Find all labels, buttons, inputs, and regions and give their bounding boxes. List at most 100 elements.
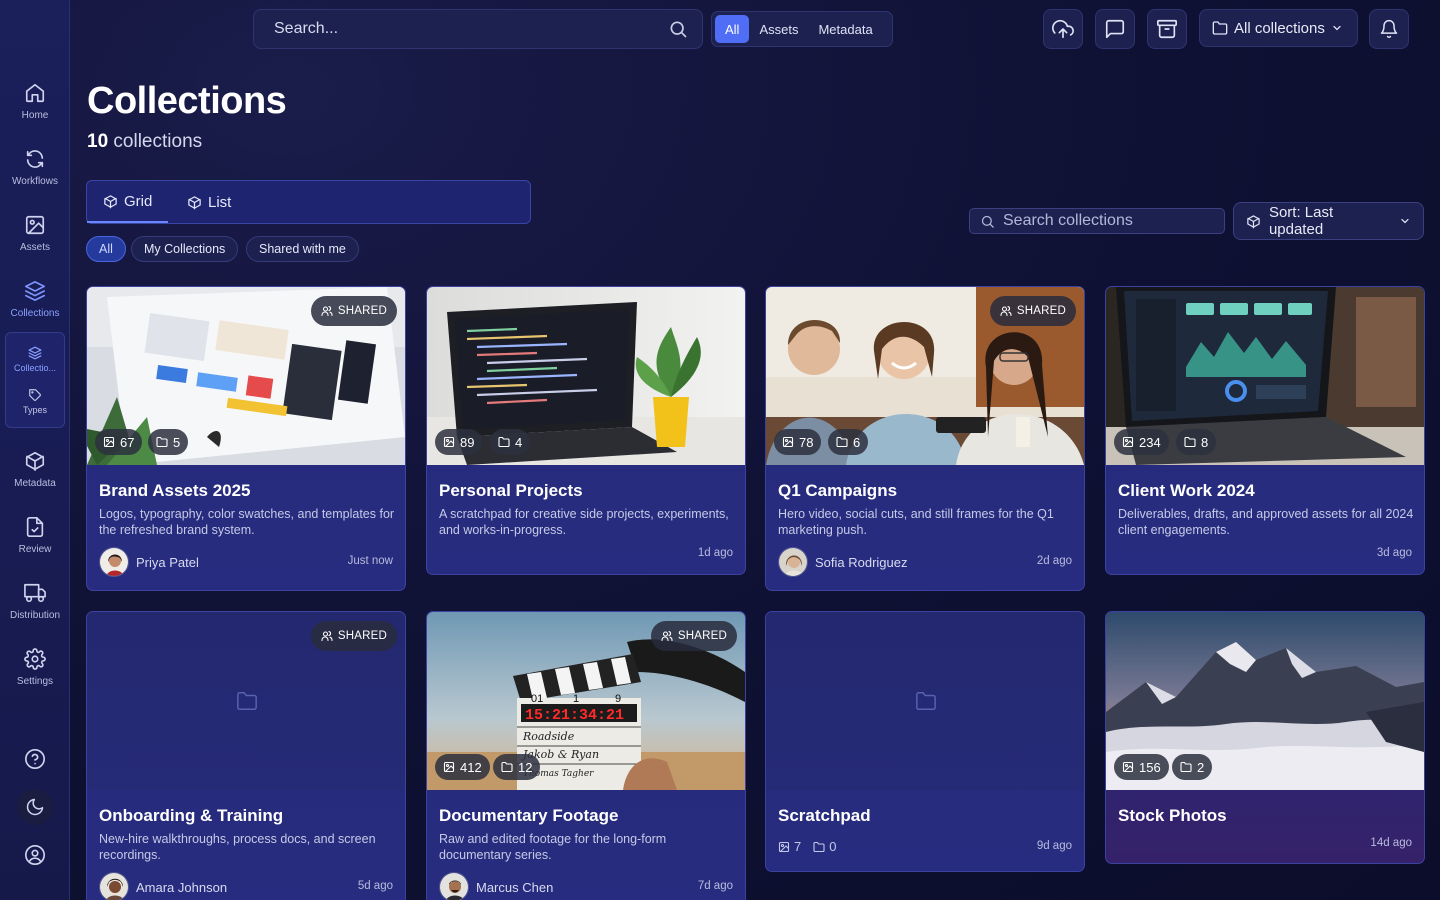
sort-dropdown[interactable]: Sort: Last updated xyxy=(1233,202,1424,240)
collection-thumbnail: SHARED 78 6 xyxy=(766,287,1084,465)
comments-button[interactable] xyxy=(1095,9,1135,49)
asset-count-inline: 7 xyxy=(778,839,801,854)
shared-badge-label: SHARED xyxy=(337,630,387,642)
sidebar-item-label: Collections xyxy=(10,307,60,319)
folder-icon xyxy=(813,841,825,852)
scope-metadata-button[interactable]: Metadata xyxy=(808,15,882,43)
collections-search-input[interactable] xyxy=(1003,212,1214,230)
subnav-item-collections[interactable]: Collectio... xyxy=(6,339,64,379)
folder-count: 12 xyxy=(518,759,533,775)
folder-icon xyxy=(1184,436,1196,448)
cube-icon xyxy=(25,451,45,471)
asset-count: 234 xyxy=(1139,434,1161,450)
sidebar-item-review[interactable]: Review xyxy=(0,504,70,566)
sidebar-item-label: Metadata xyxy=(14,477,56,489)
sidebar-item-label: Distribution xyxy=(9,609,61,621)
folder-icon xyxy=(916,692,936,710)
scope-all-button[interactable]: All xyxy=(715,15,750,43)
collection-card[interactable]: 15:21:34:21 01 1 9 Roadside Jakob & Ryan… xyxy=(426,611,746,900)
folder-icon xyxy=(836,436,848,448)
collection-thumbnail: 15:21:34:21 01 1 9 Roadside Jakob & Ryan… xyxy=(427,612,745,790)
global-search[interactable] xyxy=(253,9,703,49)
collection-thumbnail: 234 8 xyxy=(1106,287,1424,465)
subnav-item-types[interactable]: Types xyxy=(6,381,64,421)
collections-dropdown[interactable]: All collections xyxy=(1199,9,1358,47)
sidebar-item-collections[interactable]: Collections xyxy=(0,268,70,330)
collection-card[interactable]: SHARED Onboarding & Training New-hire wa… xyxy=(86,611,406,900)
collection-title: Onboarding & Training xyxy=(99,806,284,825)
collection-card[interactable]: 89 4 Personal Projects A scratchpad for … xyxy=(426,286,746,575)
owner-name: Amara Johnson xyxy=(136,879,228,895)
owner-name: Marcus Chen xyxy=(476,879,554,895)
folder-count: 2 xyxy=(1197,759,1205,775)
collection-thumbnail-empty: SHARED xyxy=(87,612,405,790)
chevron-down-icon xyxy=(1401,218,1409,224)
owner-name: Sofia Rodriguez xyxy=(815,554,908,570)
home-icon xyxy=(25,83,45,102)
help-circle-icon xyxy=(25,749,45,769)
folder-icon xyxy=(156,436,168,448)
shared-badge-label: SHARED xyxy=(337,305,387,317)
collection-card[interactable]: SHARED 67 5 Brand Assets 2025 Logos, typ… xyxy=(86,286,406,591)
help-button[interactable] xyxy=(17,741,53,777)
collection-owner: Marcus Chen xyxy=(439,872,553,900)
sidebar-item-distribution[interactable]: Distribution xyxy=(0,570,70,632)
users-icon xyxy=(661,631,673,642)
tab-grid[interactable]: Grid xyxy=(87,181,169,223)
sidebar-item-workflows[interactable]: Workflows xyxy=(0,136,70,198)
folder-icon xyxy=(498,436,510,448)
shared-badge: SHARED xyxy=(989,296,1076,326)
filter-shared-chip[interactable]: Shared with me xyxy=(246,236,359,262)
archive-button[interactable] xyxy=(1147,9,1187,49)
sidebar-item-assets[interactable]: Assets xyxy=(0,202,70,264)
collection-description: Hero video, social cuts, and still frame… xyxy=(778,507,1054,537)
collection-description: Raw and edited footage for the long-form… xyxy=(439,832,667,862)
filter-my-collections-chip[interactable]: My Collections xyxy=(131,236,239,262)
asset-count-chip: 156 xyxy=(1114,754,1169,780)
folder-count: 4 xyxy=(515,434,523,450)
image-icon xyxy=(778,841,790,852)
collection-card[interactable]: SHARED 78 6 Q1 Campaigns Hero video, soc… xyxy=(765,286,1085,591)
image-icon xyxy=(103,436,115,448)
collection-card[interactable]: 156 2 Stock Photos 14d ago xyxy=(1105,611,1425,864)
collection-card[interactable]: 234 8 Client Work 2024 Deliverables, dra… xyxy=(1105,286,1425,575)
folder-count-chip: 2 xyxy=(1172,754,1213,780)
sidebar-item-label: Settings xyxy=(16,675,54,687)
collection-card[interactable]: Scratchpad 7 0 9d ago xyxy=(765,611,1085,872)
image-icon xyxy=(782,436,794,448)
filter-all-chip[interactable]: All xyxy=(86,236,126,262)
collection-owner: Priya Patel xyxy=(99,547,199,577)
updated-time: 3d ago xyxy=(1376,547,1412,559)
folder-count-chip: 12 xyxy=(493,754,541,780)
tab-list[interactable]: List xyxy=(171,181,247,223)
updated-time: 7d ago xyxy=(697,880,733,892)
collections-search[interactable] xyxy=(969,208,1225,234)
sidebar-item-home[interactable]: Home xyxy=(0,70,70,132)
collection-title: Stock Photos xyxy=(1118,806,1227,825)
upload-button[interactable] xyxy=(1043,9,1083,49)
notifications-button[interactable] xyxy=(1369,9,1409,49)
theme-toggle-button[interactable] xyxy=(17,789,53,825)
avatar xyxy=(439,872,469,900)
scope-assets-button[interactable]: Assets xyxy=(749,15,808,43)
message-square-icon xyxy=(1105,19,1125,39)
folder-count: 5 xyxy=(173,434,181,450)
sidebar-item-metadata[interactable]: Metadata xyxy=(0,438,70,500)
archive-icon xyxy=(1157,19,1177,39)
asset-count-chip: 67 xyxy=(95,429,143,455)
moon-icon xyxy=(26,798,44,816)
collections-subnav: Collectio... Types xyxy=(5,332,65,428)
sidebar-item-label: Workflows xyxy=(12,175,58,187)
clapper-take: 9 xyxy=(615,693,621,705)
asset-count: 78 xyxy=(799,434,814,450)
profile-button[interactable] xyxy=(17,837,53,873)
folder-count: 0 xyxy=(829,839,837,854)
asset-count-chip: 89 xyxy=(435,429,483,455)
tab-grid-label: Grid xyxy=(124,192,153,210)
subnav-item-label: Collectio... xyxy=(13,362,57,373)
global-search-input[interactable] xyxy=(274,20,668,38)
users-icon xyxy=(1000,306,1012,317)
sidebar-item-settings[interactable]: Settings xyxy=(0,636,70,698)
collection-title: Documentary Footage xyxy=(439,806,619,825)
search-icon[interactable] xyxy=(668,19,688,39)
